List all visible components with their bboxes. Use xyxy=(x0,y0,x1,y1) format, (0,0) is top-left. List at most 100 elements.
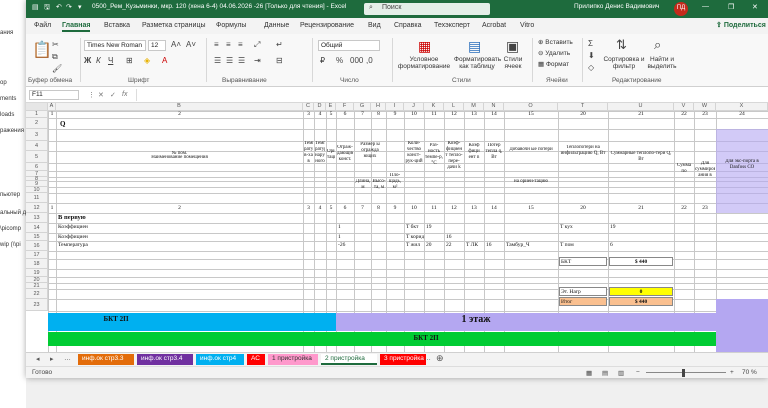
cell-col-number[interactable]: 11 xyxy=(424,203,444,213)
header-u[interactable]: Суммарные теплопо-тери Q, Вт xyxy=(609,151,673,165)
wrap-text-icon[interactable]: ↵ xyxy=(276,40,283,49)
row-header[interactable]: 22 xyxy=(26,289,48,299)
avatar[interactable]: ПД xyxy=(674,2,688,16)
sheet-tab[interactable]: инф.ок стр3.3 xyxy=(78,354,134,365)
cell-col-number[interactable]: 5 xyxy=(326,111,336,118)
column-header[interactable]: T xyxy=(558,103,608,111)
summary-value[interactable]: $ 440 xyxy=(609,257,673,266)
cell-l-r8[interactable]: 16 xyxy=(446,233,464,241)
tab-insert[interactable]: Вставка xyxy=(104,22,130,29)
autosum-icon[interactable]: Σ xyxy=(588,39,593,48)
cell-t-r7[interactable]: T кух xyxy=(560,223,608,231)
column-header[interactable]: C xyxy=(303,103,314,111)
column-header[interactable]: X xyxy=(716,103,768,111)
undo-icon[interactable]: ↶ xyxy=(56,3,62,11)
paste-icon[interactable]: 📋 xyxy=(32,40,52,60)
format-painter-icon[interactable]: 🖌 xyxy=(52,64,62,73)
row-header[interactable]: 16 xyxy=(26,241,48,251)
desktop-item[interactable]: wip (\\pi xyxy=(0,242,21,248)
format-table-icon[interactable]: ▤ xyxy=(468,38,481,55)
font-color-icon[interactable]: A xyxy=(162,56,167,65)
search-box[interactable]: ⌕ Поиск xyxy=(364,3,490,15)
tab-view[interactable]: Вид xyxy=(368,22,381,29)
borders-icon[interactable]: ⊞ xyxy=(126,56,133,65)
summary-label[interactable]: БКТ xyxy=(559,257,607,266)
header-j[interactable]: Коли-чество конст-рук-ций xyxy=(405,141,423,171)
cell-col-number[interactable]: 20 xyxy=(558,111,608,118)
row-header[interactable]: 5 xyxy=(26,151,48,163)
align-bottom-icon[interactable]: ≡ xyxy=(238,40,243,49)
sheet-tab[interactable]: 1 пристройка xyxy=(268,354,318,365)
header-b[interactable]: Наименование помещения xyxy=(57,155,302,161)
cell-col-number[interactable]: 4 xyxy=(314,203,326,213)
maximize-icon[interactable]: ❐ xyxy=(728,3,734,11)
align-center-icon[interactable]: ☰ xyxy=(226,56,233,65)
cell-k-r9[interactable]: 20 xyxy=(426,241,444,249)
fx-icon[interactable]: fx xyxy=(122,91,127,98)
cell-col-number[interactable]: 23 xyxy=(694,111,716,118)
header-n[interactable]: Потер тепла q, Вт xyxy=(485,143,503,163)
redo-icon[interactable]: ↷ xyxy=(66,3,72,11)
header-w[interactable]: Для суммиров ания в ПЗ xyxy=(695,161,715,177)
save-icon[interactable]: 🖫 xyxy=(44,3,50,14)
summary-label[interactable]: Итог xyxy=(559,297,607,306)
summary-label[interactable]: Эт. Нагр xyxy=(559,287,607,296)
cell-col-number[interactable]: 8 xyxy=(371,203,386,213)
cell-n-r9[interactable]: 16 xyxy=(486,241,504,249)
row-header[interactable]: 4 xyxy=(26,141,48,151)
cell-col-number[interactable]: 8 xyxy=(371,111,386,118)
sort-filter-icon[interactable]: ⇅ xyxy=(616,37,627,53)
tab-home[interactable]: Главная xyxy=(62,22,91,32)
merge-cells-icon[interactable]: ⊟ xyxy=(276,56,283,65)
column-header[interactable]: M xyxy=(464,103,484,111)
cell-m-r9[interactable]: T ЛК xyxy=(466,241,484,249)
cell-t-r9[interactable]: T пом xyxy=(560,241,608,249)
enter-icon[interactable]: ✓ xyxy=(110,91,116,99)
cell-o-r9[interactable]: Тамбур_Ч xyxy=(506,241,558,249)
delete-cells-button[interactable]: ⊖ Удалить xyxy=(538,50,570,57)
cell-f-r7[interactable]: 1 xyxy=(338,223,354,231)
align-top-icon[interactable]: ≡ xyxy=(214,40,219,49)
cell-u-r7[interactable]: 19 xyxy=(610,223,674,231)
cell-col-number[interactable]: 22 xyxy=(674,203,694,213)
tab-data[interactable]: Данные xyxy=(264,22,289,29)
currency-icon[interactable]: ₽ xyxy=(320,56,325,65)
tab-acrobat[interactable]: Acrobat xyxy=(482,22,506,29)
more-sheets-icon[interactable]: … xyxy=(64,355,71,362)
name-box[interactable]: F11 xyxy=(29,90,79,100)
autosave-icon[interactable]: ▤ xyxy=(32,3,39,11)
tab-help[interactable]: Справка xyxy=(394,22,421,29)
header-o[interactable]: Добавочн ые потери xyxy=(505,147,557,161)
sheet-tab[interactable]: инф.ок стр4 xyxy=(196,354,244,365)
column-header[interactable]: O xyxy=(504,103,558,111)
cell-f-r8[interactable]: 1 xyxy=(338,233,354,241)
cell-col-number[interactable]: 22 xyxy=(674,111,694,118)
cell-col-number[interactable]: 14 xyxy=(484,203,504,213)
underline-icon[interactable]: Ч xyxy=(108,56,113,65)
tab-tekhekspert[interactable]: Техэксперт xyxy=(434,22,470,29)
cell-u-r9[interactable]: 6 xyxy=(610,241,674,249)
user-name[interactable]: Прилипко Денис Вадимович xyxy=(574,3,659,10)
sheet-grid[interactable]: ABCDEFGHIJKLMNOTUVWX 1 2 3 4 5 6 7 8 9 10 11 12 13 14… xyxy=(26,103,768,352)
band-label-green[interactable]: БКТ 2П xyxy=(396,334,456,344)
header-g[interactable]: Размер ы огражда ющих конструк xyxy=(355,142,385,160)
close-icon[interactable]: ✕ xyxy=(752,3,758,11)
next-sheet-icon[interactable]: ▸ xyxy=(50,355,54,363)
header-l[interactable]: Коэф-фициен т тепло-пере-дачи k xyxy=(445,141,463,171)
sheet-tab[interactable]: АС xyxy=(247,354,265,365)
desktop-item[interactable]: ments xyxy=(0,96,16,102)
row-header[interactable]: 23 xyxy=(26,299,48,311)
cell-col-number[interactable]: 3 xyxy=(303,111,314,118)
tab-page-layout[interactable]: Разметка страницы xyxy=(142,22,206,29)
add-sheet-icon[interactable]: ⊕ xyxy=(436,353,444,364)
cell-col-number[interactable]: 24 xyxy=(716,111,768,118)
cell-col-number[interactable]: 10 xyxy=(404,111,424,118)
cell-b6[interactable]: В первую xyxy=(58,213,118,223)
cell-col-number[interactable]: 11 xyxy=(424,111,444,118)
desktop-item[interactable]: ражения xyxy=(0,128,24,134)
orientation-icon[interactable]: ⤢ xyxy=(254,40,260,50)
cell-col-number[interactable]: 1 xyxy=(48,111,56,118)
cell-col-number[interactable]: 7 xyxy=(354,111,371,118)
zoom-level[interactable]: 70 % xyxy=(742,369,757,376)
formula-input[interactable] xyxy=(136,89,764,101)
